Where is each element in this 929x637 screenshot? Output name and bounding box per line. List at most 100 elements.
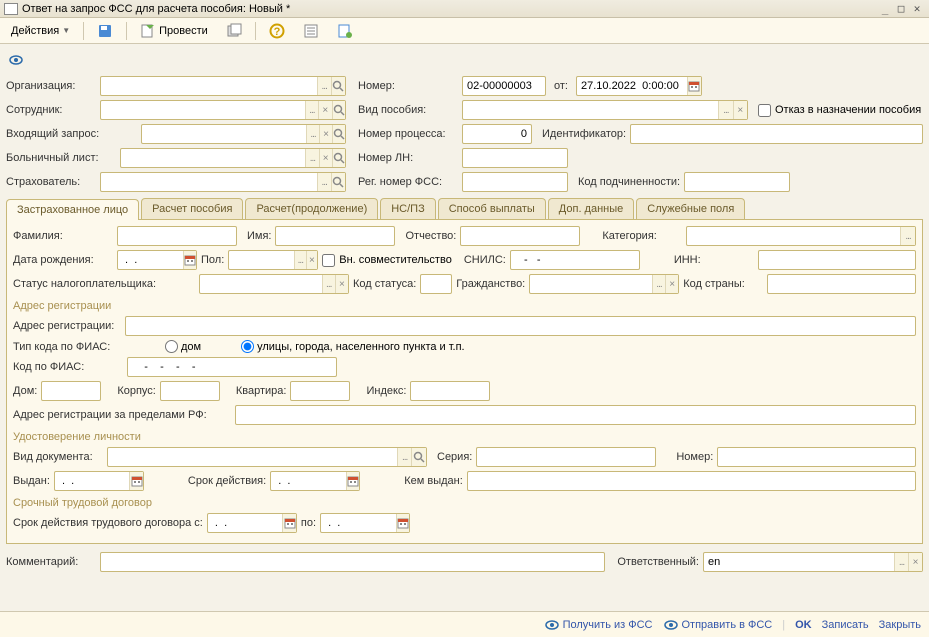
number-field[interactable] xyxy=(462,76,546,96)
tab-content: Фамилия: Имя: Отчество: Категория: ... Д… xyxy=(6,220,923,544)
bywhom-label: Кем выдан: xyxy=(404,475,463,487)
citizen-label: Гражданство: xyxy=(456,278,525,290)
send-to-fss-link[interactable]: Отправить в ФСС xyxy=(663,617,773,633)
surname-label: Фамилия: xyxy=(13,230,113,242)
save-icon-button[interactable] xyxy=(90,20,120,42)
bywhom-field[interactable] xyxy=(467,471,916,491)
inn-field[interactable] xyxy=(758,250,916,270)
surname-field[interactable] xyxy=(117,226,237,246)
name-field[interactable] xyxy=(275,226,395,246)
radio-house[interactable]: дом xyxy=(165,340,201,353)
issued-field[interactable] xyxy=(54,471,144,491)
radio-street[interactable]: улицы, города, населенного пункта и т.п. xyxy=(241,340,465,353)
contract-to-field[interactable] xyxy=(320,513,410,533)
minimize-button[interactable]: _ xyxy=(877,2,893,15)
country-code-field[interactable] xyxy=(767,274,916,294)
ln-field[interactable] xyxy=(462,148,568,168)
maximize-button[interactable]: □ xyxy=(893,2,909,15)
tab-calculation[interactable]: Расчет пособия xyxy=(141,198,243,219)
fssreg-field[interactable] xyxy=(462,172,568,192)
employee-field[interactable]: ...× xyxy=(100,100,346,120)
ext-employment-checkbox[interactable]: Вн. совместительство xyxy=(322,254,452,267)
close-link[interactable]: Закрыть xyxy=(879,619,921,631)
get-from-fss-link[interactable]: Получить из ФСС xyxy=(544,617,653,633)
fssreg-label: Рег. номер ФСС: xyxy=(358,176,458,188)
tax-code-field[interactable] xyxy=(420,274,452,294)
series-field[interactable] xyxy=(476,447,656,467)
series-label: Серия: xyxy=(437,451,472,463)
contract-from-field[interactable] xyxy=(207,513,297,533)
process-label: Номер процесса: xyxy=(358,128,458,140)
date-from-label: от: xyxy=(554,80,568,92)
tab-service[interactable]: Служебные поля xyxy=(636,198,745,219)
comment-field[interactable] xyxy=(100,552,605,572)
tabs: Застрахованное лицо Расчет пособия Расче… xyxy=(6,198,923,220)
sick-field[interactable]: ...× xyxy=(120,148,346,168)
tab-insured-person[interactable]: Застрахованное лицо xyxy=(6,199,139,220)
house-label: Дом: xyxy=(13,385,37,397)
dob-field[interactable] xyxy=(117,250,197,270)
index-field[interactable] xyxy=(410,381,490,401)
date-calendar[interactable] xyxy=(687,77,701,95)
insurer-field[interactable]: ... xyxy=(100,172,346,192)
house-field[interactable] xyxy=(41,381,101,401)
number-label: Номер: xyxy=(358,80,458,92)
tab-ns-pz[interactable]: НС/ПЗ xyxy=(380,198,436,219)
toolbar-btn-7[interactable] xyxy=(330,20,360,42)
doctype-field[interactable]: ... xyxy=(107,447,427,467)
index-label: Индекс: xyxy=(366,385,406,397)
tab-payment[interactable]: Способ выплаты xyxy=(438,198,546,219)
ok-button[interactable]: OK xyxy=(795,619,812,631)
tax-status-label: Статус налогоплательщика: xyxy=(13,278,153,290)
toolbar-btn-4[interactable] xyxy=(219,20,249,42)
window-title: Ответ на запрос ФСС для расчета пособия:… xyxy=(22,3,290,15)
inreq-field[interactable]: ...× xyxy=(141,124,346,144)
fias-type-label: Тип кода по ФИАС: xyxy=(13,341,121,353)
toolbar: Действия▼ Провести xyxy=(0,18,929,44)
category-label: Категория: xyxy=(602,230,682,242)
save-button[interactable]: Записать xyxy=(822,619,869,631)
organization-select[interactable]: ... xyxy=(317,77,331,95)
name-label: Имя: xyxy=(247,230,271,242)
responsible-field[interactable]: ...× xyxy=(703,552,923,572)
organization-field[interactable]: ... xyxy=(100,76,346,96)
run-button[interactable]: Провести xyxy=(133,20,215,42)
ident-field[interactable] xyxy=(630,124,923,144)
inn-label: ИНН: xyxy=(674,254,754,266)
subcode-field[interactable] xyxy=(684,172,790,192)
employee-label: Сотрудник: xyxy=(6,104,96,116)
doctype-label: Вид документа: xyxy=(13,451,103,463)
process-field[interactable] xyxy=(462,124,532,144)
comment-label: Комментарий: xyxy=(6,556,96,568)
tab-extra[interactable]: Доп. данные xyxy=(548,198,634,219)
docnum-field[interactable] xyxy=(717,447,916,467)
benefit-field[interactable]: ...× xyxy=(462,100,748,120)
close-button[interactable]: ✕ xyxy=(909,2,925,15)
citizen-field[interactable]: ...× xyxy=(529,274,679,294)
insurer-label: Страхователь: xyxy=(6,176,96,188)
snils-field[interactable] xyxy=(510,250,640,270)
help-button[interactable] xyxy=(262,20,292,42)
korpus-field[interactable] xyxy=(160,381,220,401)
date-field[interactable] xyxy=(576,76,702,96)
patr-field[interactable] xyxy=(460,226,580,246)
abroad-label: Адрес регистрации за пределами РФ: xyxy=(13,409,213,421)
actions-menu[interactable]: Действия▼ xyxy=(4,22,77,40)
organization-search[interactable] xyxy=(331,77,345,95)
refuse-checkbox[interactable]: Отказ в назначении пособия xyxy=(758,104,921,117)
valid-field[interactable] xyxy=(270,471,360,491)
flat-field[interactable] xyxy=(290,381,350,401)
tax-status-field[interactable]: ...× xyxy=(199,274,349,294)
window-icon xyxy=(4,3,18,15)
category-field[interactable]: ... xyxy=(686,226,916,246)
abroad-field[interactable] xyxy=(235,405,916,425)
gender-field[interactable]: ...× xyxy=(228,250,318,270)
toolbar-btn-6[interactable] xyxy=(296,20,326,42)
eye-icon[interactable] xyxy=(8,52,921,68)
fias-code-field[interactable] xyxy=(127,357,337,377)
valid-label: Срок действия: xyxy=(188,475,266,487)
address-field[interactable] xyxy=(125,316,916,336)
tab-calc-cont[interactable]: Расчет(продолжение) xyxy=(245,198,378,219)
contract-from-label: Срок действия трудового договора с: xyxy=(13,517,203,529)
subcode-label: Код подчиненности: xyxy=(578,176,680,188)
